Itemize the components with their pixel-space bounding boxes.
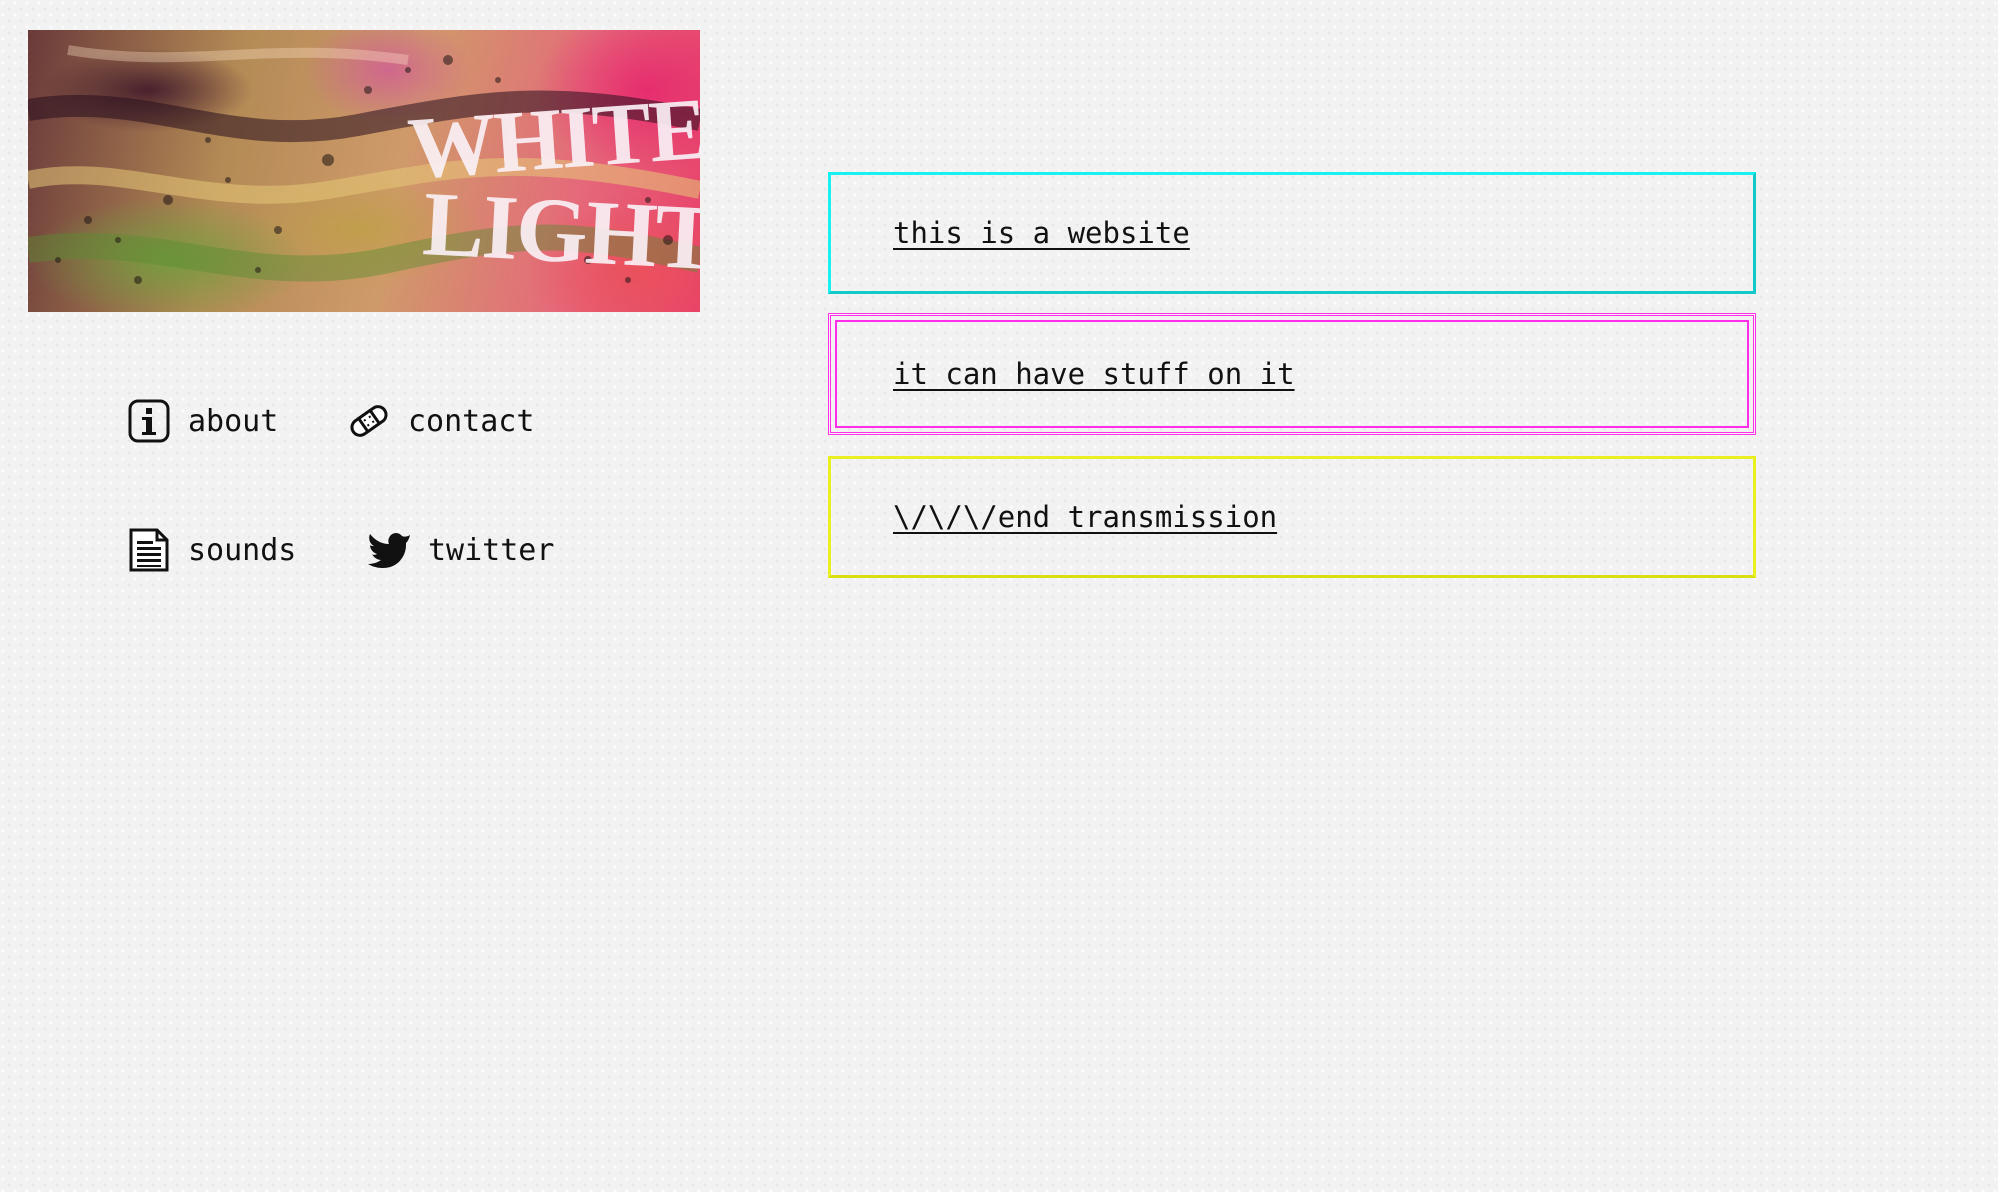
content-link-stuff[interactable]: it can have stuff on it [893, 357, 1295, 391]
bandage-icon [346, 398, 392, 444]
header-banner-image: WHITE LIGHT [28, 30, 700, 312]
content-box-3: \/\/\/end transmission [828, 456, 1756, 578]
nav-contact-label: contact [408, 403, 535, 439]
content-box-2: it can have stuff on it [828, 313, 1756, 435]
nav-twitter-label: twitter [428, 532, 555, 568]
nav-about-link[interactable]: about [126, 398, 278, 444]
twitter-bird-icon [366, 527, 412, 573]
nav-about-label: about [188, 403, 279, 439]
nav-contact-link[interactable]: contact [346, 398, 534, 444]
nav-sounds-label: sounds [188, 532, 297, 568]
nav-twitter-link[interactable]: twitter [366, 527, 554, 573]
banner-art: WHITE LIGHT [28, 45, 700, 289]
logo-text-light: LIGHT [421, 172, 700, 289]
info-icon [126, 398, 172, 444]
content-box-1: this is a website [828, 172, 1756, 294]
document-icon [126, 527, 172, 573]
content-link-end-transmission[interactable]: \/\/\/end transmission [893, 500, 1277, 534]
nav-sounds-link[interactable]: sounds [126, 527, 296, 573]
content-link-website[interactable]: this is a website [893, 216, 1190, 250]
